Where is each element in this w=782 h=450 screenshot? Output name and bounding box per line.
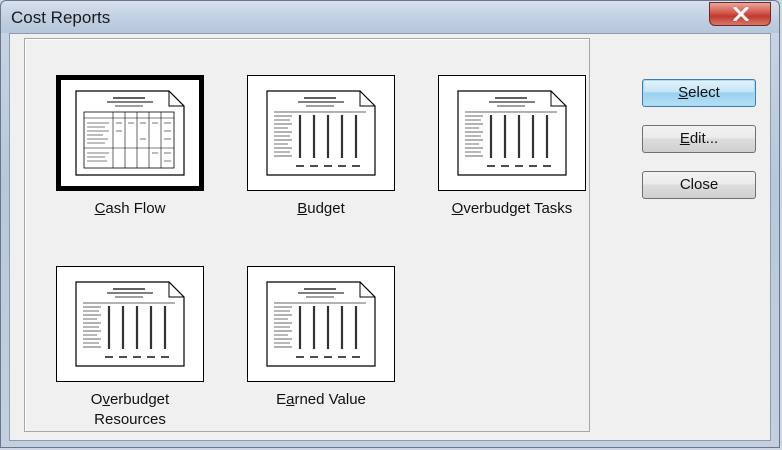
report-thumbnail[interactable] — [247, 266, 395, 382]
report-page-icon — [266, 281, 376, 367]
report-thumbnail[interactable] — [247, 75, 395, 191]
report-page-icon — [75, 281, 185, 367]
dialog-title: Cost Reports — [11, 8, 111, 27]
label-accelerator: C — [94, 200, 106, 217]
edit-button[interactable]: Edit... — [642, 125, 756, 153]
report-thumbnail[interactable] — [56, 75, 204, 191]
label-text: O — [90, 391, 103, 408]
title-bar: Cost Reports — [1, 1, 779, 33]
report-label[interactable]: Earned Value — [231, 390, 411, 410]
label-accelerator: v — [102, 391, 110, 408]
button-label: dit... — [689, 130, 719, 147]
label-accelerator: B — [297, 200, 308, 217]
label-text: erbudget — [109, 391, 170, 408]
button-label: Close — [679, 176, 719, 193]
report-label[interactable]: Cash Flow — [40, 199, 220, 219]
report-page-icon — [266, 90, 376, 176]
close-x-icon — [733, 7, 749, 21]
label-text: rned Value — [294, 391, 366, 408]
report-page-icon — [75, 90, 185, 176]
report-thumbnail[interactable] — [56, 266, 204, 382]
report-page-icon — [457, 90, 567, 176]
report-label[interactable]: Budget — [231, 199, 411, 219]
label-text-line2: Resources — [94, 411, 166, 428]
select-button[interactable]: Select — [642, 79, 756, 107]
dialog-client-area: Cash Flow Budget Overbudget Tasks Overbu… — [9, 33, 771, 441]
report-list: Cash Flow Budget Overbudget Tasks Overbu… — [24, 38, 590, 432]
close-button[interactable]: Close — [642, 171, 756, 199]
label-text: E — [276, 391, 287, 408]
label-text: ash Flow — [105, 200, 166, 217]
report-label[interactable]: Overbudget Tasks — [422, 199, 602, 219]
button-label: elect — [688, 84, 720, 101]
button-accelerator: S — [678, 84, 689, 101]
label-text: udget — [307, 200, 345, 217]
label-accelerator: O — [451, 200, 464, 217]
button-accelerator: E — [679, 130, 690, 147]
label-text: verbudget Tasks — [463, 200, 573, 217]
cost-reports-dialog: Cost Reports Cash Flow Budget Overbudget… — [0, 0, 780, 448]
report-thumbnail[interactable] — [438, 75, 586, 191]
close-window-button[interactable] — [709, 2, 771, 26]
report-label[interactable]: Overbudget Resources — [40, 390, 220, 430]
